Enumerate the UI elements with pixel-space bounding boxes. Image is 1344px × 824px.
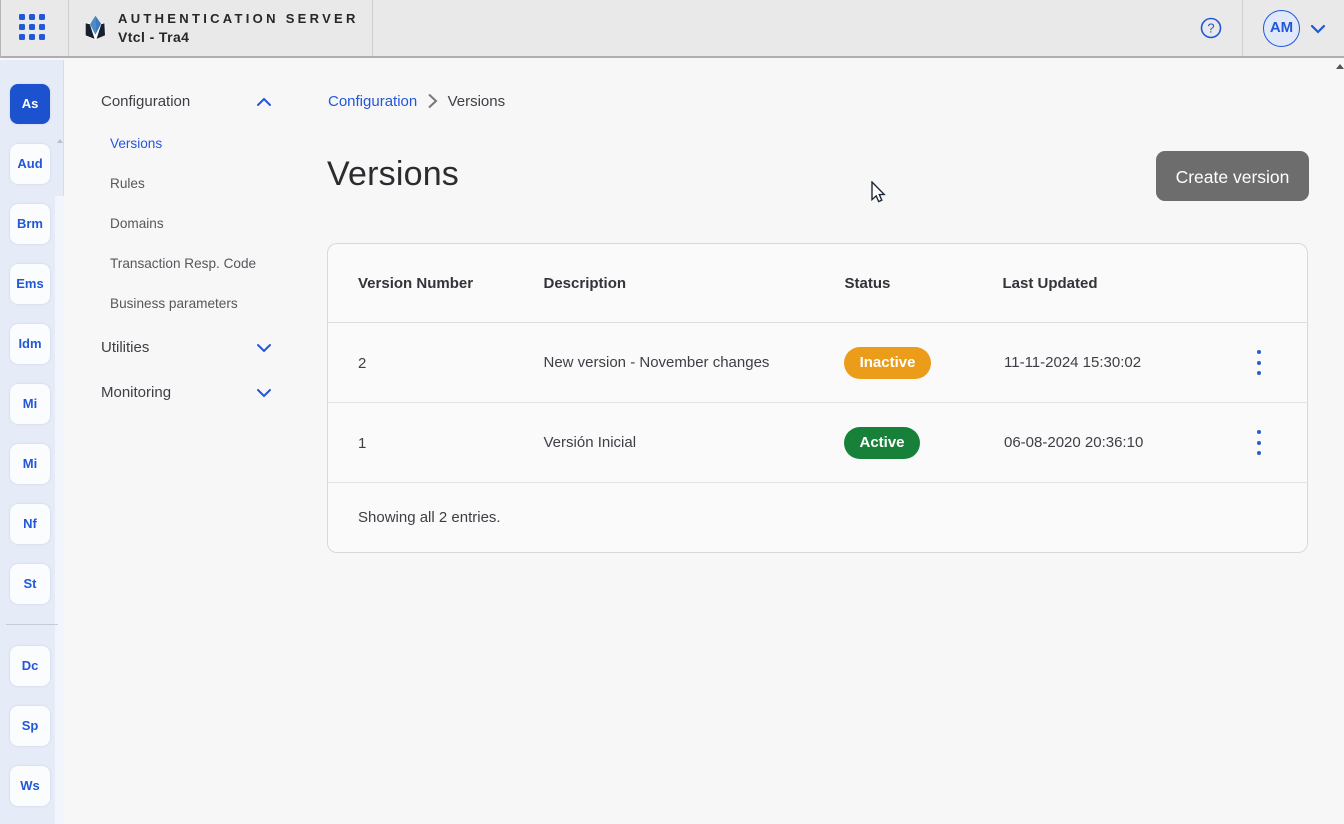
svg-text:?: ?: [1207, 21, 1214, 36]
